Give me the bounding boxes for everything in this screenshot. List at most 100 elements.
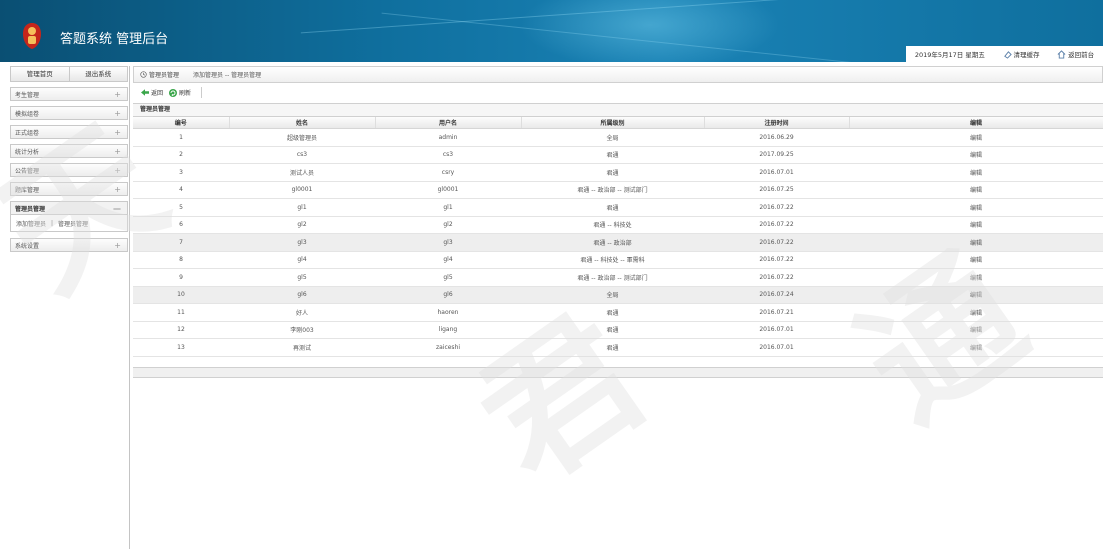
edit-link[interactable]: 编辑 <box>849 268 1103 287</box>
sidebar-item-label: 系统设置 <box>15 242 40 250</box>
sidebar-item-label: 题库管理 <box>15 186 40 194</box>
edit-link[interactable]: 编辑 <box>849 163 1103 182</box>
cell-id: 1 <box>133 128 229 147</box>
clear-cache-link[interactable]: 清理缓存 <box>1003 49 1040 59</box>
sidebar-item-admins[interactable]: 管理员管理 — <box>10 201 128 215</box>
admin-table: 编号 姓名 用户名 所属级别 注册时间 编辑 1 超级管理员 admin 全局 2016… <box>133 117 1103 357</box>
refresh-icon <box>169 88 178 97</box>
refresh-button[interactable]: 刷新 <box>169 88 191 97</box>
cell-username: admin <box>375 128 521 147</box>
sidebar-item-label: 正式组卷 <box>15 129 40 137</box>
logout-link[interactable]: 退出系统 <box>70 67 128 81</box>
cell-username: gl5 <box>375 268 521 287</box>
edit-link[interactable]: 编辑 <box>849 216 1103 234</box>
sidebar-item-students[interactable]: 考生管理 + <box>10 87 128 101</box>
table-row: 2 cs3 cs3 君通 2017.09.25 编辑 <box>133 146 1103 164</box>
sidebar-item-mock-paper[interactable]: 模拟组卷 + <box>10 106 128 120</box>
back-label: 返回 <box>151 90 164 97</box>
app-logo-icon <box>23 23 41 49</box>
cell-level: 全局 <box>521 286 704 304</box>
expand-icon: + <box>114 184 121 194</box>
edit-link[interactable]: 编辑 <box>849 146 1103 164</box>
home-icon <box>1057 49 1066 59</box>
cell-level: 全局 <box>521 128 704 147</box>
edit-link[interactable]: 编辑 <box>849 321 1103 339</box>
sidebar-item-settings[interactable]: 系统设置 + <box>10 238 128 252</box>
table-row: 12 李刚003 ligang 君通 2016.07.01 编辑 <box>133 321 1103 339</box>
cell-id: 7 <box>133 233 229 252</box>
edit-link[interactable]: 编辑 <box>849 233 1103 252</box>
table-row: 1 超级管理员 admin 全局 2016.06.29 编辑 <box>133 128 1103 147</box>
cell-name: 再测试 <box>229 338 375 357</box>
cell-username: gl0001 <box>375 181 521 199</box>
cell-username: gl4 <box>375 251 521 269</box>
col-header-level: 所属级别 <box>521 117 705 129</box>
cell-date: 2016.06.29 <box>704 128 849 147</box>
cell-id: 6 <box>133 216 229 234</box>
cell-name: 李刚003 <box>229 321 375 339</box>
cell-id: 3 <box>133 163 229 182</box>
submenu-manage-admin[interactable]: 管理员管理 <box>58 219 88 228</box>
cell-name: gl6 <box>229 286 375 304</box>
cell-date: 2016.07.01 <box>704 321 849 339</box>
cell-username: gl6 <box>375 286 521 304</box>
sidebar-item-announcements[interactable]: 公告管理 + <box>10 163 128 177</box>
cell-id: 8 <box>133 251 229 269</box>
breadcrumb-tab[interactable]: 管理员管理 <box>134 70 185 79</box>
expand-icon: + <box>114 89 121 99</box>
toolbar: 返回 刷新 <box>133 86 1103 99</box>
edit-link[interactable]: 编辑 <box>849 303 1103 322</box>
cell-date: 2016.07.22 <box>704 216 849 234</box>
table-row: 7 gl3 gl3 君通 -- 政治部 2016.07.22 编辑 <box>133 233 1103 252</box>
cell-date: 2016.07.22 <box>704 233 849 252</box>
admin-submenu: 添加管理员 | 管理员管理 <box>10 215 128 232</box>
table-row: 9 gl5 gl5 君通 -- 政治部 -- 测试部门 2016.07.22 编辑 <box>133 268 1103 287</box>
edit-link[interactable]: 编辑 <box>849 198 1103 217</box>
toolbar-separator <box>201 87 203 98</box>
cell-date: 2016.07.22 <box>704 198 849 217</box>
cell-level: 君通 -- 科技处 -- 軍需科 <box>521 251 704 269</box>
expand-icon: + <box>114 108 121 118</box>
cell-id: 12 <box>133 321 229 339</box>
expand-icon: + <box>114 127 121 137</box>
col-header-name: 姓名 <box>229 117 376 129</box>
cell-name: gl5 <box>229 268 375 287</box>
edit-link[interactable]: 编辑 <box>849 338 1103 357</box>
app-title: 答题系统 管理后台 <box>60 32 169 47</box>
sidebar-top: 管理首页 退出系统 <box>10 66 128 82</box>
sidebar-item-question-bank[interactable]: 题库管理 + <box>10 182 128 196</box>
breadcrumb-path: 添加管理员 -- 管理员管理 <box>193 72 262 79</box>
cell-username: cs3 <box>375 146 521 164</box>
submenu-separator: | <box>51 219 54 227</box>
cell-date: 2016.07.01 <box>704 338 849 357</box>
table-body: 1 超级管理员 admin 全局 2016.06.29 编辑 2 cs3 cs3 君通 2017.0… <box>133 128 1103 357</box>
edit-link[interactable]: 编辑 <box>849 251 1103 269</box>
cell-date: 2016.07.24 <box>704 286 849 304</box>
edit-link[interactable]: 编辑 <box>849 286 1103 304</box>
sidebar-item-statistics[interactable]: 统计分析 + <box>10 144 128 158</box>
table-row: 5 gl1 gl1 君通 2016.07.22 编辑 <box>133 198 1103 217</box>
cell-name: gl1 <box>229 198 375 217</box>
edit-link[interactable]: 编辑 <box>849 181 1103 199</box>
cell-level: 君通 <box>521 163 704 182</box>
cell-name: 测试人员 <box>229 163 375 182</box>
table-row: 11 好人 haoren 君通 2016.07.21 编辑 <box>133 303 1103 322</box>
cell-level: 君通 <box>521 321 704 339</box>
back-front-link[interactable]: 返回前台 <box>1057 49 1094 59</box>
back-button[interactable]: 返回 <box>141 88 163 97</box>
cell-id: 10 <box>133 286 229 304</box>
table-row: 10 gl6 gl6 全局 2016.07.24 编辑 <box>133 286 1103 304</box>
home-link[interactable]: 管理首页 <box>11 67 70 81</box>
col-header-username: 用户名 <box>375 117 522 129</box>
sidebar-item-label: 统计分析 <box>15 148 40 156</box>
cell-username: ligang <box>375 321 521 339</box>
edit-link[interactable]: 编辑 <box>849 128 1103 147</box>
cell-username: gl3 <box>375 233 521 252</box>
col-header-date: 注册时间 <box>704 117 850 129</box>
sidebar-item-formal-paper[interactable]: 正式组卷 + <box>10 125 128 139</box>
breadcrumb: 管理员管理 添加管理员 -- 管理员管理 <box>133 66 1103 83</box>
submenu-add-admin[interactable]: 添加管理员 <box>16 219 46 228</box>
section-title: 管理员管理 <box>133 103 1103 117</box>
expand-icon: + <box>114 240 121 250</box>
table-row: 6 gl2 gl2 君通 -- 科技处 2016.07.22 编辑 <box>133 216 1103 234</box>
